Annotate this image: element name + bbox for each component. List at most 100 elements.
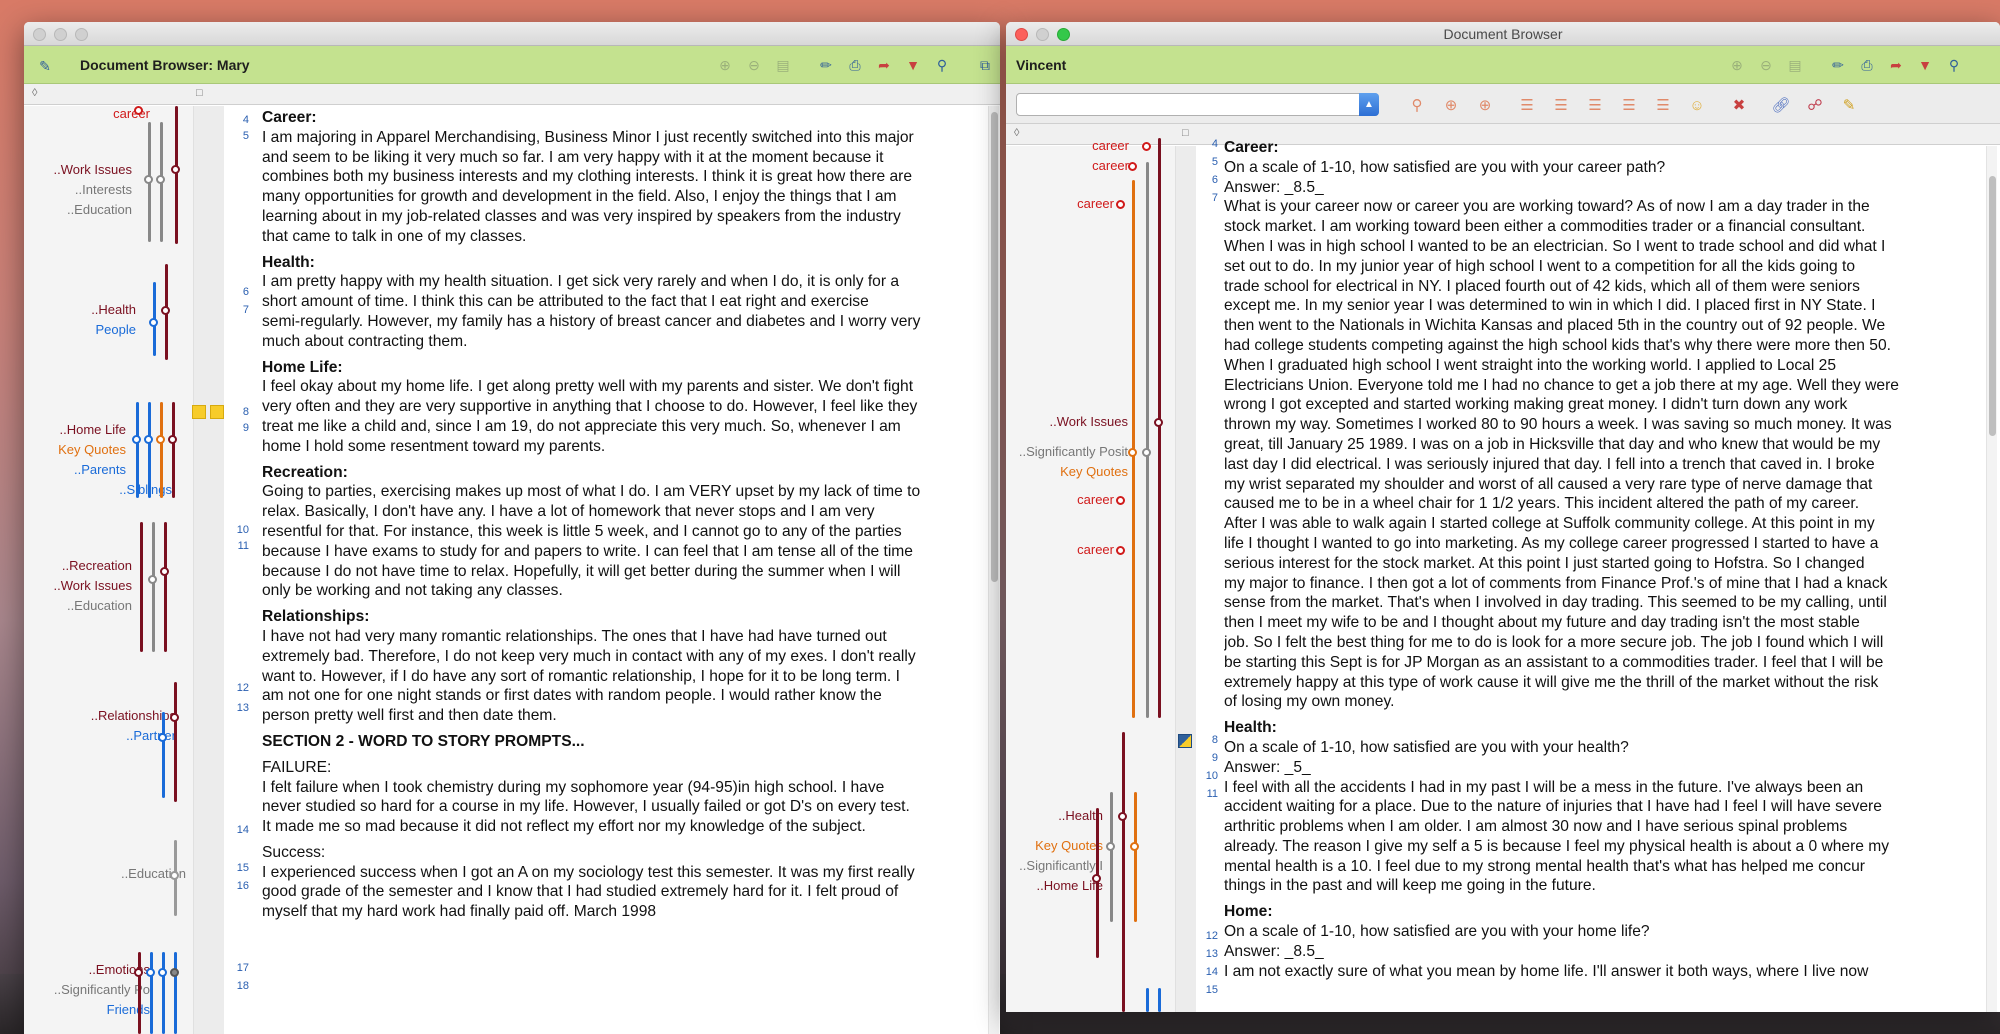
code-bracket-knob[interactable] [160,567,169,576]
code-label[interactable]: Friends [107,1002,150,1017]
export-icon[interactable]: ➦ [1885,54,1907,76]
code-label[interactable]: ..Significantly I [1019,858,1103,873]
code-label[interactable]: ..Work Issues [1049,414,1128,429]
code-bracket-knob[interactable] [161,306,170,315]
code-bracket-knob[interactable] [170,968,179,977]
code-bracket[interactable] [175,106,178,244]
paragraph[interactable]: Home Life: I feel okay about my home life… [262,358,984,457]
search-icon[interactable]: ⚲ [931,54,953,76]
zoom-button[interactable] [75,28,88,41]
code-bracket[interactable] [148,402,151,498]
code-label[interactable]: ..Education [67,598,132,613]
code-bracket[interactable] [174,682,177,802]
code-bracket[interactable] [138,952,141,1034]
code-bracket[interactable] [1096,808,1099,958]
code-bracket-knob[interactable] [144,175,153,184]
code-bracket[interactable] [1110,792,1113,922]
memo-icon[interactable] [1178,734,1192,748]
document-text[interactable]: Career: On a scale of 1-10, how satisfied… [1224,138,1982,1012]
code-bracket-knob[interactable] [149,318,158,327]
code-bracket[interactable] [162,712,165,798]
code-label[interactable]: ..Work Issues [53,162,132,177]
code-bracket-knob[interactable] [1142,448,1151,457]
code-label[interactable]: career [113,106,150,121]
code-label[interactable]: ..Education [67,202,132,217]
paragraph[interactable]: Home: On a scale of 1-10, how satisfied a… [1224,902,1982,981]
collapse-icon[interactable]: ☰ [1652,94,1674,116]
code-bracket[interactable] [162,952,165,1034]
chevron-down-icon[interactable]: ▲︎ [1359,93,1379,116]
align-bottom-icon[interactable]: ☰ [1584,94,1606,116]
code-bracket-knob[interactable] [144,435,153,444]
code-bracket[interactable] [160,402,163,498]
code-bracket[interactable] [172,402,175,498]
paragraph[interactable]: FAILURE: I felt failure when I took chemi… [262,758,984,837]
paragraph[interactable]: SECTION 2 - WORD TO STORY PROMPTS... [262,732,984,752]
code-bracket[interactable] [174,952,177,1034]
code-label[interactable]: ..Work Issues [53,578,132,593]
code-bracket-knob[interactable] [1154,418,1163,427]
paragraph[interactable]: Career: I am majoring in Apparel Merchand… [262,108,984,247]
code-label[interactable]: ..Partner [126,728,176,743]
memo-icon[interactable] [210,405,224,419]
code-bracket[interactable] [136,402,139,498]
align-middle-icon[interactable]: ☰ [1550,94,1572,116]
code-label[interactable]: career [1077,196,1114,211]
code-label[interactable]: career [1077,542,1114,557]
code-bracket-knob[interactable] [1106,842,1115,851]
paragraph[interactable]: Success: I experienced success when I got… [262,843,984,922]
code-label[interactable]: Key Quotes [1060,464,1128,479]
paragraph[interactable]: Relationships: I have not had very many r… [262,607,984,726]
link-icon[interactable]: 🔗︎ [1770,94,1792,116]
page-icon[interactable]: ▤ [772,54,794,76]
code-bracket-knob[interactable] [170,713,179,722]
code-bracket-knob[interactable] [170,871,179,880]
search-icon[interactable]: ⚲ [1943,54,1965,76]
title-bar[interactable]: Document Browser [1006,22,2000,46]
code-bracket[interactable] [152,522,155,652]
code-bracket[interactable] [1158,138,1161,718]
unlink-icon[interactable]: ☍ [1804,94,1826,116]
code-bracket-knob[interactable] [171,165,180,174]
vertical-scrollbar[interactable] [988,106,999,1034]
code-label[interactable]: ..Significantly Posit [1019,444,1128,459]
code-bracket[interactable] [1158,988,1161,1012]
page-icon[interactable]: ▤ [1784,54,1806,76]
code-bracket-knob[interactable] [1128,448,1137,457]
code-label[interactable]: People [96,322,136,337]
memo-add-icon[interactable]: ✎ [1838,94,1860,116]
zoom-in-icon[interactable]: ⊕ [714,54,736,76]
code-bracket[interactable] [164,522,167,652]
code-bracket-knob[interactable] [134,106,143,115]
code-label[interactable]: ..Significantly Po [54,982,150,997]
zoom-out-icon[interactable]: ⊖ [743,54,765,76]
edit-icon[interactable]: ✏ [815,54,837,76]
code-label[interactable]: career [1077,492,1114,507]
align-top-icon[interactable]: ☰ [1516,94,1538,116]
zoom-out-icon[interactable]: ⊖ [1755,54,1777,76]
paragraph[interactable]: Health: On a scale of 1-10, how satisfied… [1224,718,1982,896]
code-bracket[interactable] [150,952,153,1034]
code-label[interactable]: career [1092,138,1129,153]
code-label[interactable]: ..Siblings [119,482,172,497]
close-button[interactable] [33,28,46,41]
code-icon[interactable]: ⚲ [1406,94,1428,116]
code-bracket[interactable] [140,522,143,652]
code-label[interactable]: ..Health [91,302,136,317]
code-bracket-knob[interactable] [1092,874,1101,883]
title-bar[interactable] [24,22,1000,46]
filter-icon[interactable]: ▼ [902,54,924,76]
code-bracket-knob[interactable] [148,575,157,584]
print-icon[interactable]: ⎙ [1856,54,1878,76]
code-label[interactable]: ..Recreation [62,558,132,573]
code-bracket-knob[interactable] [132,435,141,444]
code-bracket-knob[interactable] [1116,200,1125,209]
filter-icon[interactable]: ▼ [1914,54,1936,76]
paragraph[interactable]: Recreation: Going to parties, exercising … [262,463,984,602]
uncode-icon[interactable]: ✖ [1728,94,1750,116]
code-label[interactable]: Key Quotes [58,442,126,457]
code-bracket-knob[interactable] [156,175,165,184]
code-label[interactable]: ..Home Life [60,422,126,437]
popout-icon[interactable]: ⧉ [974,54,996,76]
code-label[interactable]: ..Interests [75,182,132,197]
